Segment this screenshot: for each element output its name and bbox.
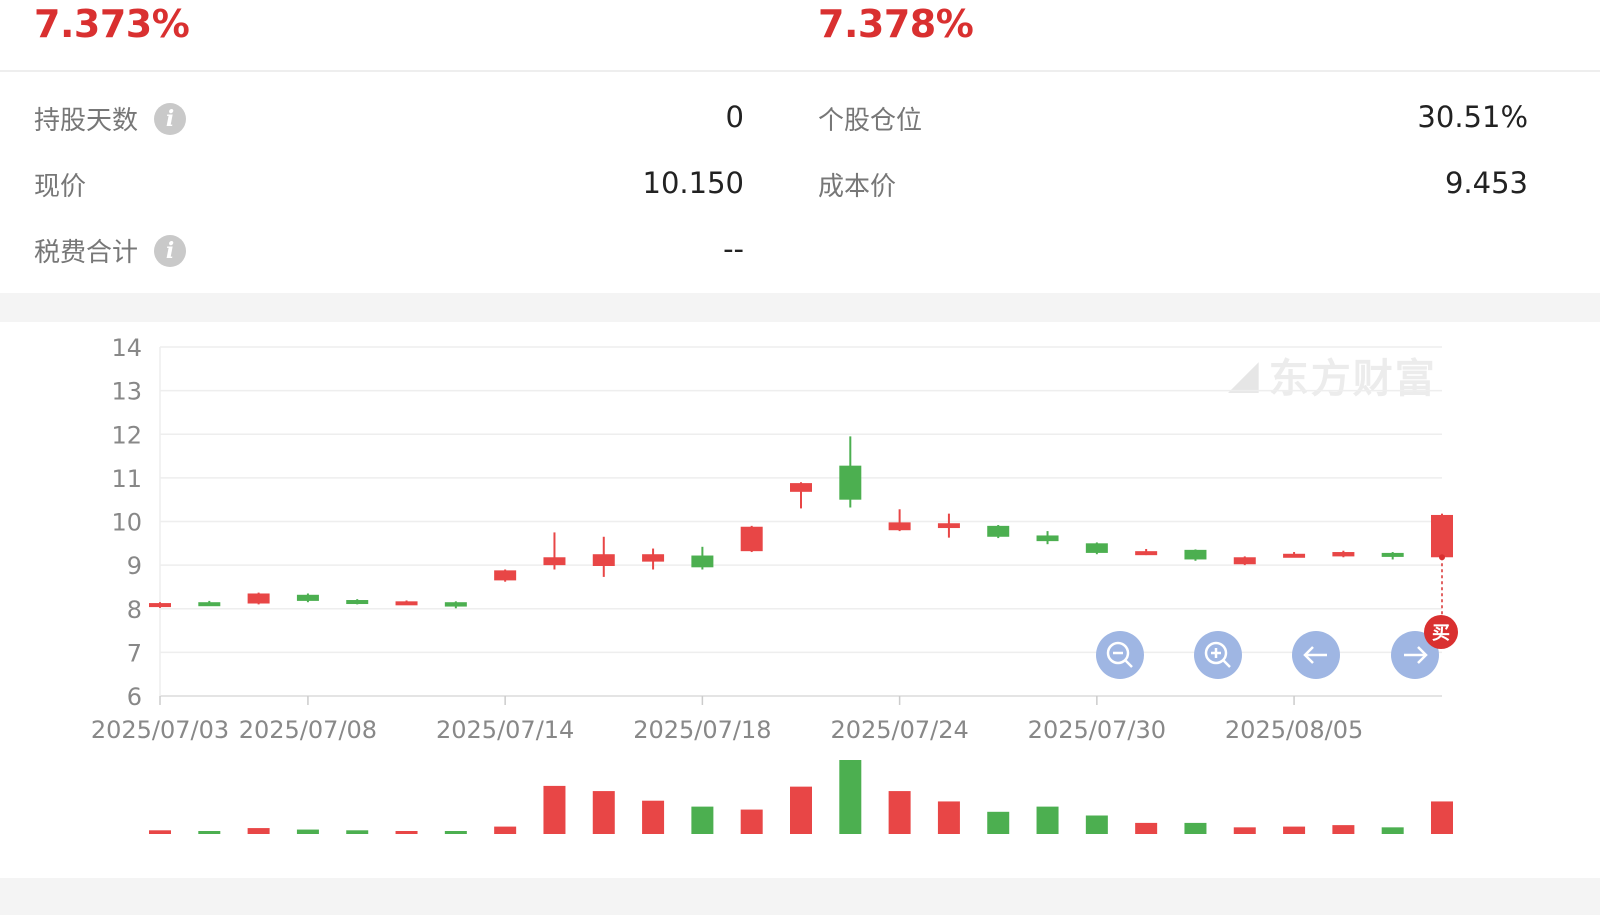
- x-tick-label: 2025/07/18: [633, 716, 771, 744]
- buy-marker-dot: [1439, 554, 1445, 561]
- candle-body: [247, 593, 270, 604]
- price-label: 现价: [34, 172, 87, 202]
- volume-bar: [494, 826, 517, 834]
- y-tick-label: 10: [111, 509, 142, 537]
- volume-bar: [1332, 825, 1355, 834]
- candle-body: [296, 594, 319, 601]
- volume-bar: [1135, 822, 1158, 834]
- volume-bar: [296, 829, 319, 834]
- candle-body: [592, 554, 615, 566]
- y-tick-label: 6: [127, 683, 142, 711]
- volume-bar: [937, 801, 960, 834]
- x-tick-label: 2025/07/30: [1028, 716, 1166, 744]
- volume-bar: [346, 830, 369, 834]
- arrow-right-icon: [1404, 646, 1428, 664]
- info-icon[interactable]: i: [154, 102, 187, 135]
- x-tick-label: 2025/07/03: [91, 716, 229, 744]
- hold-days-label: 持股天数 i: [34, 100, 187, 137]
- section-gap: [0, 293, 1600, 322]
- buy-marker-badge[interactable]: 买: [1424, 615, 1458, 649]
- position-value: 30.51%: [1417, 100, 1528, 134]
- scroll-left-button[interactable]: [1292, 631, 1340, 679]
- volume-bar: [543, 785, 566, 834]
- volume-bar: [1233, 827, 1256, 834]
- candle-body: [987, 525, 1010, 537]
- y-tick-label: 7: [127, 639, 142, 667]
- candle-body: [937, 523, 960, 529]
- candle-body: [1085, 543, 1108, 553]
- zoom-in-icon: [1204, 641, 1231, 668]
- candle-body: [149, 603, 171, 608]
- volume-bar: [1184, 822, 1207, 834]
- volume-bar: [790, 786, 812, 834]
- info-icon[interactable]: i: [154, 234, 187, 267]
- candle-body: [1036, 535, 1059, 542]
- hold-days-label-text: 持股天数: [34, 106, 139, 136]
- volume-bar: [198, 831, 221, 834]
- candle-body: [790, 483, 812, 492]
- cost-label: 成本价: [818, 172, 897, 202]
- volume-bar: [444, 831, 467, 834]
- candle-body: [346, 600, 369, 605]
- volume-bar: [888, 791, 911, 834]
- y-tick-label: 12: [111, 421, 142, 449]
- volume-bar: [691, 806, 714, 834]
- candle-body: [839, 465, 862, 500]
- candle-body: [691, 555, 714, 568]
- zoom-out-button[interactable]: [1096, 631, 1144, 679]
- volume-bar: [839, 760, 862, 834]
- summary-left-pct: 7.373%: [34, 2, 190, 46]
- y-tick-label: 13: [111, 378, 142, 406]
- x-tick-label: 2025/08/05: [1225, 716, 1363, 744]
- volume-bar: [1283, 826, 1306, 834]
- volume-bar: [1381, 827, 1404, 834]
- fees-label: 税费合计 i: [34, 232, 187, 269]
- volume-bar: [395, 831, 418, 834]
- volume-bar: [592, 791, 615, 834]
- y-tick-label: 8: [127, 596, 142, 624]
- candle-body: [543, 557, 566, 566]
- volume-bar: [247, 828, 270, 834]
- hold-days-value: 0: [725, 100, 744, 134]
- volume-bar: [149, 830, 171, 834]
- candle-body: [395, 601, 418, 606]
- x-tick-label: 2025/07/24: [830, 716, 968, 744]
- candle-body: [1431, 514, 1453, 558]
- volume-bar: [642, 800, 665, 834]
- x-tick-label: 2025/07/14: [436, 716, 574, 744]
- candle-body: [740, 526, 763, 552]
- candle-body: [1233, 557, 1256, 565]
- candle-body: [1381, 552, 1404, 557]
- x-tick-label: 2025/07/08: [239, 716, 377, 744]
- y-tick-label: 14: [111, 334, 142, 362]
- y-tick-label: 11: [111, 465, 142, 493]
- candle-body: [642, 554, 665, 562]
- candle-body: [1283, 553, 1306, 558]
- kline-chart[interactable]: 14 13 12 11 10 9 8 7 6 2025/07/03 2025/07/08 2025/0…: [0, 322, 1600, 864]
- candle-body: [1184, 549, 1207, 560]
- volume-bar: [987, 811, 1010, 834]
- candle-body: [444, 602, 467, 607]
- summary-right-pct: 7.378%: [818, 2, 974, 46]
- volume-bar: [1036, 806, 1059, 834]
- candle-body: [1135, 551, 1158, 556]
- summary-divider: [0, 70, 1600, 72]
- fees-value: --: [723, 232, 744, 266]
- candle-body: [888, 522, 911, 531]
- volume-bar: [1431, 801, 1453, 834]
- volume-bar: [740, 809, 763, 834]
- position-label: 个股仓位: [818, 106, 923, 136]
- arrow-left-icon: [1303, 646, 1327, 664]
- y-tick-label: 9: [127, 552, 142, 580]
- price-value: 10.150: [642, 166, 744, 200]
- fees-label-text: 税费合计: [34, 238, 139, 268]
- candle-body: [198, 602, 221, 607]
- zoom-in-button[interactable]: [1194, 631, 1242, 679]
- cost-value: 9.453: [1444, 166, 1528, 200]
- zoom-out-icon: [1106, 641, 1133, 668]
- bottom-gap: [0, 878, 1600, 915]
- candle-body: [1332, 552, 1355, 557]
- volume-bar: [1085, 815, 1108, 834]
- candle-body: [494, 570, 517, 581]
